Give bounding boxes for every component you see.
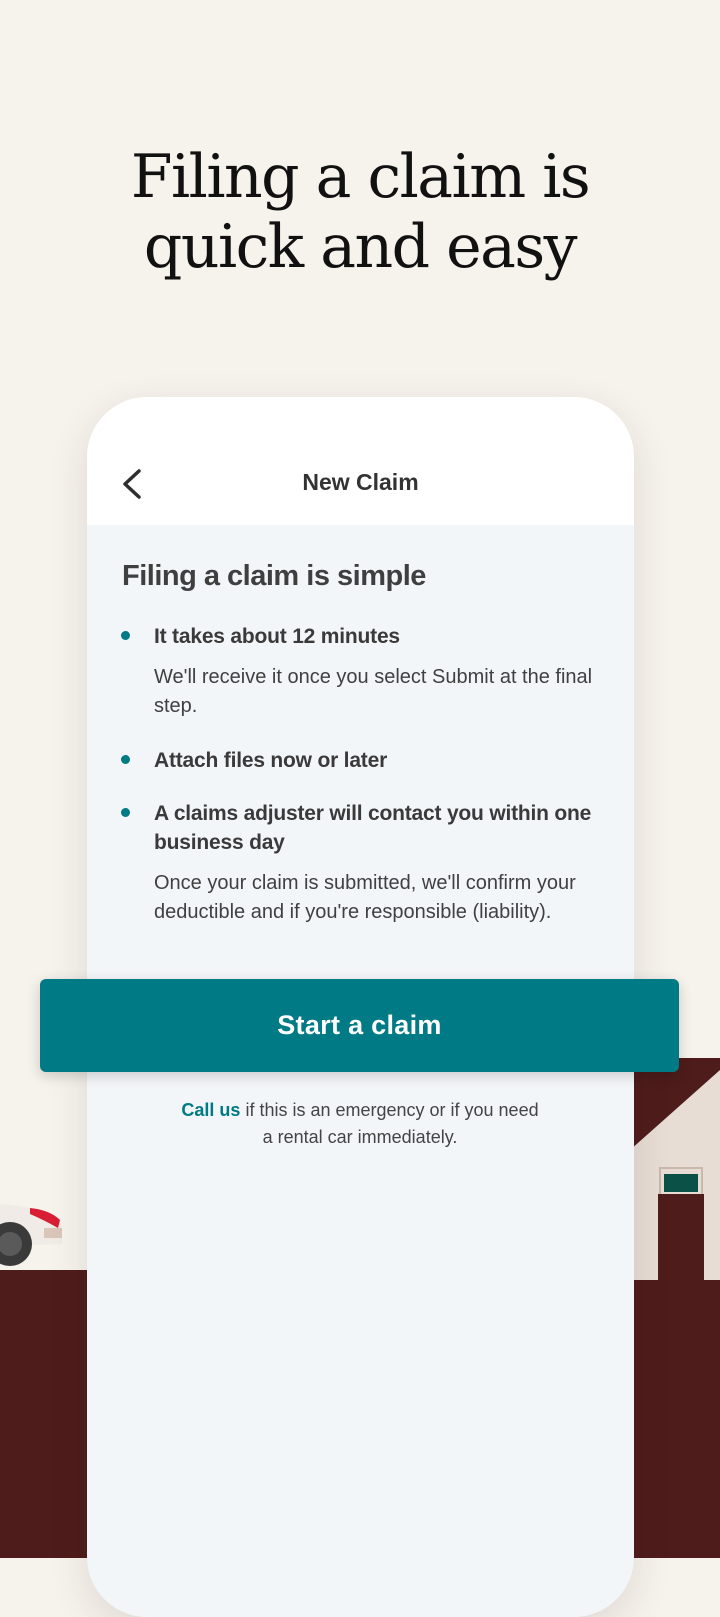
- hero-title-line-1: Filing a claim is: [130, 142, 591, 212]
- bullet-dot: [121, 755, 130, 764]
- phone-header: New Claim: [87, 397, 634, 525]
- emergency-callout: Call us if this is an emergency or if yo…: [180, 1097, 540, 1151]
- list-item-title: Attach files now or later: [154, 749, 388, 772]
- car-illustration: [0, 1204, 62, 1266]
- header-title: New Claim: [302, 469, 419, 495]
- hero-title: Filing a claim is quick and easy: [0, 142, 720, 282]
- start-claim-button[interactable]: Start a claim: [40, 979, 679, 1072]
- list-item-title: It takes about 12 minutes: [154, 625, 400, 648]
- bullet-dot: [121, 631, 130, 640]
- call-us-link[interactable]: Call us: [181, 1100, 240, 1120]
- callout-text: if this is an emergency or if you need a…: [240, 1100, 539, 1147]
- list-item-title: A claims adjuster will contact you withi…: [154, 802, 592, 854]
- bullet-dot: [121, 808, 130, 817]
- list-item-body: We'll receive it once you select Submit …: [154, 666, 593, 717]
- list-item-body: Once your claim is submitted, we'll conf…: [154, 872, 576, 923]
- section-title: Filing a claim is simple: [122, 560, 426, 592]
- hero-title-line-2: quick and easy: [143, 212, 578, 282]
